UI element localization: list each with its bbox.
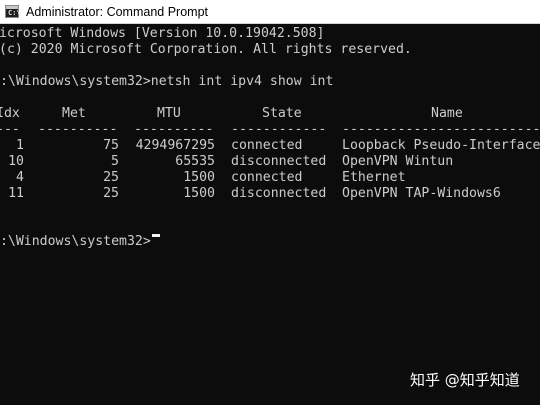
- banner-line-1: Microsoft Windows [Version 10.0.19042.50…: [0, 26, 325, 41]
- banner-line-2: (c) 2020 Microsoft Corporation. All righ…: [0, 42, 412, 57]
- table-row: 4 25 1500 connected Ethernet: [0, 170, 540, 186]
- header-mtu: MTU: [157, 106, 181, 121]
- separator-mtu: ----------: [134, 122, 214, 137]
- cell-mtu: 1500: [183, 170, 215, 185]
- cell-met: 25: [103, 170, 119, 185]
- cell-state: connected: [231, 170, 303, 185]
- cell-name: Ethernet: [342, 170, 406, 185]
- command-line: C:\Windows\system32>netsh int ipv4 show …: [0, 74, 532, 90]
- command-prompt-icon: C:\: [5, 5, 21, 18]
- header-idx: Idx: [0, 106, 20, 121]
- prompt-text: C:\Windows\system32>: [0, 234, 151, 249]
- cell-state: disconnected: [231, 154, 327, 169]
- cell-met: 25: [103, 186, 119, 201]
- separator-state: ------------: [231, 122, 327, 137]
- cell-name: OpenVPN TAP-Windows6: [342, 186, 501, 201]
- cell-idx: 1: [16, 138, 24, 153]
- console-output[interactable]: Microsoft Windows [Version 10.0.19042.50…: [0, 24, 540, 405]
- separator-idx: ---: [0, 122, 20, 137]
- text-cursor: [151, 234, 160, 237]
- header-met: Met: [62, 106, 86, 121]
- cell-met: 75: [103, 138, 119, 153]
- title-bar[interactable]: C:\ Administrator: Command Prompt: [0, 0, 540, 24]
- cell-idx: 11: [8, 186, 24, 201]
- table-row: 10 5 65535 disconnected OpenVPN Wintun: [0, 154, 540, 170]
- command-text: netsh int ipv4 show int: [150, 74, 334, 89]
- prompt-text: C:\Windows\system32>: [0, 74, 151, 89]
- header-state: State: [262, 106, 302, 121]
- separator-name: ---------------------------: [342, 122, 540, 137]
- cell-mtu: 4294967295: [135, 138, 215, 153]
- cell-name: OpenVPN Wintun: [342, 154, 454, 169]
- cell-mtu: 1500: [183, 186, 215, 201]
- table-separator-row: -- - --------- - --------- - ----------- - -…: [0, 122, 540, 138]
- current-prompt-line[interactable]: C:\Windows\system32>: [0, 234, 532, 250]
- cell-state: disconnected: [231, 186, 327, 201]
- table-row: 1 75 4294967295 connected Loopback Pseud…: [0, 138, 540, 154]
- cell-idx: 10: [8, 154, 24, 169]
- table-header-row: Idx Met MTU State Name: [0, 106, 540, 122]
- separator-met: ----------: [38, 122, 118, 137]
- cell-mtu: 65535: [175, 154, 215, 169]
- cell-state: connected: [231, 138, 303, 153]
- cell-met: 5: [111, 154, 119, 169]
- cell-name: Loopback Pseudo-Interface 1: [342, 138, 540, 153]
- watermark: 知乎 @知乎知道: [410, 371, 520, 389]
- cell-idx: 4: [16, 170, 24, 185]
- table-row: 11 25 1500 disconnected OpenVPN TAP-Wind…: [0, 186, 540, 202]
- window-title: Administrator: Command Prompt: [26, 5, 209, 19]
- header-name: Name: [431, 106, 463, 121]
